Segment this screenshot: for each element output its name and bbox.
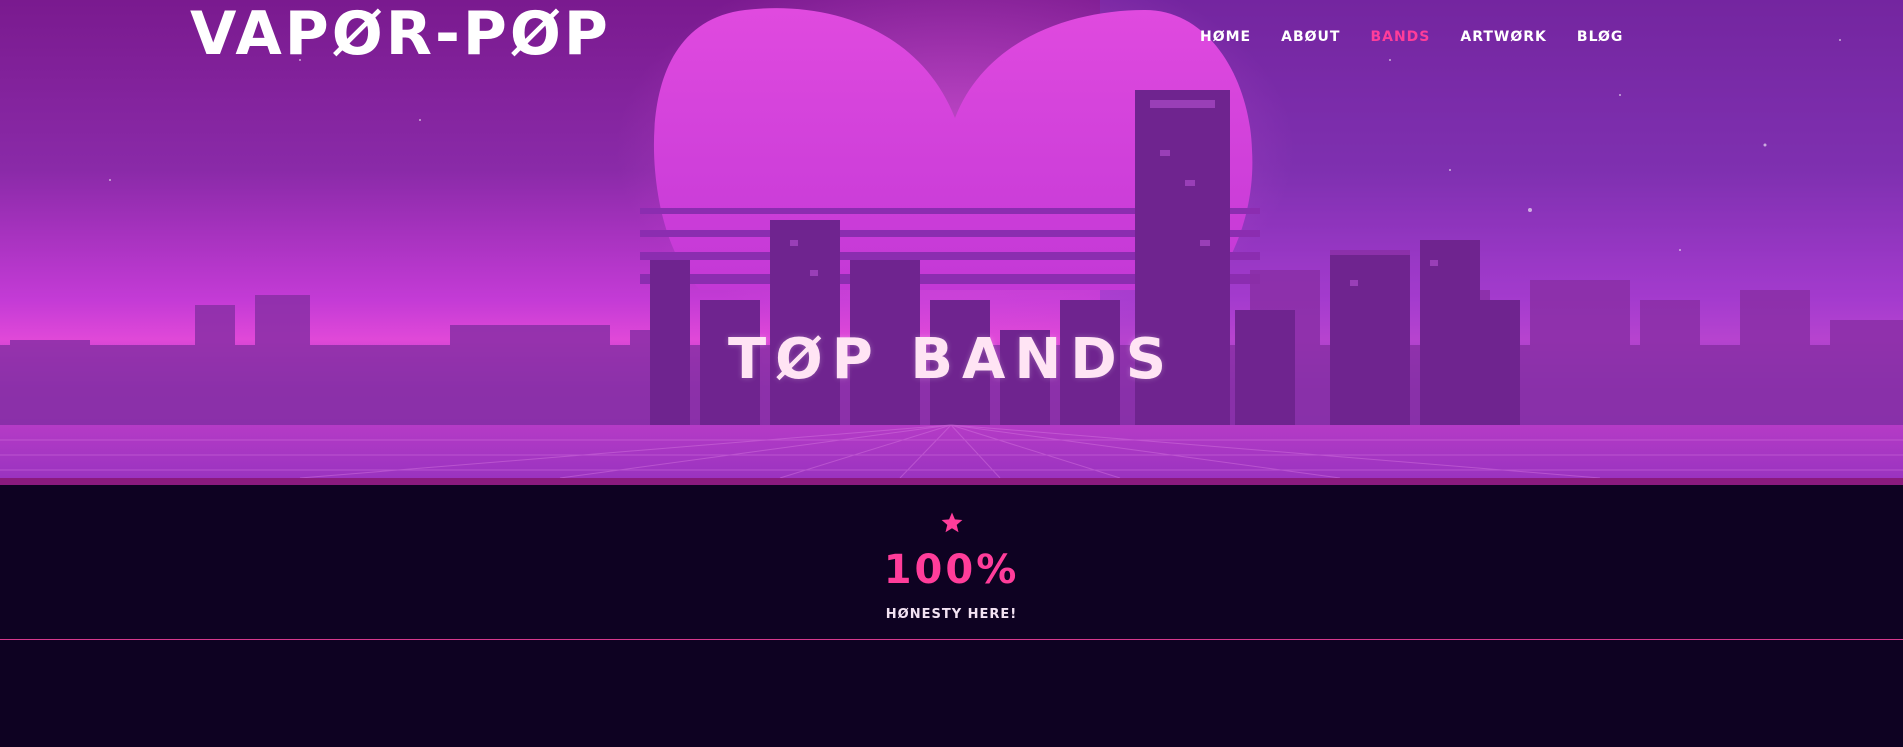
synthwave-cityscape-image	[0, 0, 1903, 485]
page: VAPØR-PØP HØME ABØUT BANDS ARTWØRK BLØG …	[0, 0, 1903, 747]
stat-section: 100% HØNESTY HERE!	[0, 485, 1903, 640]
hero-bottom-border	[0, 478, 1903, 485]
hero-banner: VAPØR-PØP HØME ABØUT BANDS ARTWØRK BLØG …	[0, 0, 1903, 485]
content-area	[0, 640, 1903, 747]
stat-value: 100%	[883, 547, 1020, 593]
nav-item-home[interactable]: HØME	[1200, 29, 1251, 45]
nav-item-bands[interactable]: BANDS	[1370, 29, 1430, 45]
stat-label: HØNESTY HERE!	[885, 607, 1018, 622]
page-title: TØP BANDS	[727, 326, 1176, 392]
nav-item-blog[interactable]: BLØG	[1577, 29, 1624, 45]
site-logo[interactable]: VAPØR-PØP	[190, 4, 611, 64]
star-icon	[941, 512, 963, 533]
nav-item-artwork[interactable]: ARTWØRK	[1460, 29, 1547, 45]
main-nav: HØME ABØUT BANDS ARTWØRK BLØG	[1200, 26, 1653, 48]
nav-item-about[interactable]: ABØUT	[1281, 29, 1340, 45]
